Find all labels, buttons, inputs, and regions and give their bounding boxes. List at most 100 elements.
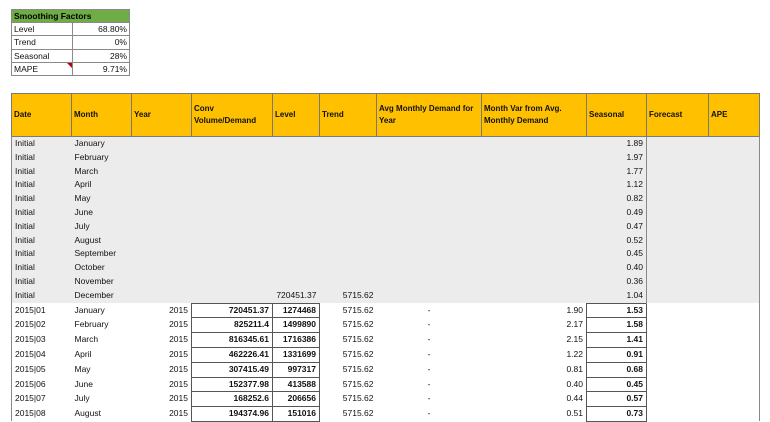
level-cell[interactable]: 1499890 <box>272 317 320 334</box>
seasonal-cell[interactable]: 1.97 <box>586 150 647 165</box>
trend-cell[interactable]: 5715.62 <box>319 362 377 378</box>
trend-cell[interactable] <box>319 233 377 248</box>
year-cell[interactable]: 2015 <box>131 362 192 378</box>
year-cell[interactable] <box>131 136 192 151</box>
smoothing-label[interactable]: Level <box>11 22 73 37</box>
month-cell[interactable]: February <box>71 150 132 165</box>
level-cell[interactable] <box>272 274 320 289</box>
header-avg-monthly-demand[interactable]: Avg Monthly Demand for Year <box>376 93 482 137</box>
forecast-cell[interactable] <box>646 406 709 422</box>
forecast-cell[interactable] <box>646 247 709 262</box>
forecast-cell[interactable] <box>646 288 709 304</box>
level-cell[interactable] <box>272 205 320 220</box>
month-cell[interactable]: July <box>71 219 132 234</box>
year-cell[interactable] <box>131 150 192 165</box>
level-cell[interactable]: 1274468 <box>272 302 320 319</box>
forecast-cell[interactable] <box>646 377 709 392</box>
conv-cell[interactable] <box>191 233 273 248</box>
ape-cell[interactable] <box>708 303 760 318</box>
forecast-cell[interactable] <box>646 192 709 206</box>
ape-cell[interactable] <box>708 247 760 262</box>
ape-cell[interactable] <box>708 347 760 363</box>
forecast-cell[interactable] <box>646 391 709 407</box>
seasonal-cell[interactable]: 0.45 <box>586 247 647 262</box>
month-cell[interactable]: January <box>71 136 132 151</box>
level-cell[interactable]: 1716386 <box>272 332 320 348</box>
conv-cell[interactable] <box>191 205 273 220</box>
comment-indicator-icon[interactable] <box>67 62 72 68</box>
monthvar-cell[interactable]: 1.22 <box>481 347 587 363</box>
year-cell[interactable] <box>131 274 192 289</box>
level-cell[interactable] <box>272 178 320 193</box>
smoothing-label[interactable]: Seasonal <box>11 48 73 63</box>
seasonal-cell[interactable]: 1.41 <box>586 332 647 348</box>
avg-cell[interactable] <box>376 288 482 304</box>
forecast-cell[interactable] <box>646 150 709 165</box>
conv-cell[interactable] <box>191 192 273 206</box>
smoothing-label[interactable]: Trend <box>11 35 73 50</box>
month-cell[interactable]: March <box>71 332 132 348</box>
level-cell[interactable] <box>272 233 320 248</box>
smoothing-value[interactable]: 0% <box>72 35 130 50</box>
date-cell[interactable]: Initial <box>11 274 72 289</box>
date-cell[interactable]: Initial <box>11 219 72 234</box>
seasonal-cell[interactable]: 0.91 <box>586 346 647 363</box>
month-cell[interactable]: August <box>71 406 132 422</box>
avg-cell[interactable] <box>376 233 482 248</box>
month-cell[interactable]: June <box>71 377 132 392</box>
conv-cell[interactable]: 816345.61 <box>191 332 273 348</box>
header-date[interactable]: Date <box>11 93 72 137</box>
forecast-cell[interactable] <box>646 317 709 333</box>
seasonal-cell[interactable]: 0.73 <box>586 406 647 422</box>
monthvar-cell[interactable] <box>481 150 587 165</box>
avg-cell[interactable]: - <box>376 406 482 422</box>
forecast-cell[interactable] <box>646 233 709 248</box>
conv-cell[interactable]: 307415.49 <box>191 361 273 378</box>
forecast-cell[interactable] <box>646 205 709 220</box>
monthvar-cell[interactable] <box>481 288 587 304</box>
trend-cell[interactable]: 5715.62 <box>319 317 377 333</box>
monthvar-cell[interactable] <box>481 178 587 193</box>
date-cell[interactable]: 2015|05 <box>11 362 72 378</box>
month-cell[interactable]: May <box>71 192 132 206</box>
trend-cell[interactable] <box>319 205 377 220</box>
header-trend[interactable]: Trend <box>319 93 377 137</box>
forecast-cell[interactable] <box>646 332 709 348</box>
conv-cell[interactable] <box>191 164 273 179</box>
date-cell[interactable]: Initial <box>11 164 72 179</box>
date-cell[interactable]: 2015|03 <box>11 332 72 348</box>
trend-cell[interactable]: 5715.62 <box>319 347 377 363</box>
header-forecast[interactable]: Forecast <box>646 93 709 137</box>
avg-cell[interactable] <box>376 136 482 151</box>
avg-cell[interactable] <box>376 219 482 234</box>
level-cell[interactable]: 151016 <box>272 406 320 422</box>
conv-cell[interactable] <box>191 178 273 193</box>
level-cell[interactable] <box>272 219 320 234</box>
date-cell[interactable]: Initial <box>11 192 72 206</box>
trend-cell[interactable] <box>319 178 377 193</box>
date-cell[interactable]: Initial <box>11 205 72 220</box>
monthvar-cell[interactable] <box>481 219 587 234</box>
monthvar-cell[interactable] <box>481 233 587 248</box>
date-cell[interactable]: 2015|08 <box>11 406 72 422</box>
seasonal-cell[interactable]: 1.12 <box>586 178 647 193</box>
conv-cell[interactable] <box>191 274 273 289</box>
conv-cell[interactable]: 168252.6 <box>191 391 273 408</box>
month-cell[interactable]: January <box>71 303 132 318</box>
year-cell[interactable]: 2015 <box>131 406 192 422</box>
year-cell[interactable] <box>131 288 192 304</box>
monthvar-cell[interactable]: 1.90 <box>481 303 587 318</box>
level-cell[interactable] <box>272 136 320 151</box>
level-cell[interactable] <box>272 150 320 165</box>
date-cell[interactable]: 2015|06 <box>11 377 72 392</box>
year-cell[interactable]: 2015 <box>131 347 192 363</box>
smoothing-value[interactable]: 9.71% <box>72 61 130 76</box>
trend-cell[interactable]: 5715.62 <box>319 377 377 392</box>
year-cell[interactable] <box>131 205 192 220</box>
header-seasonal[interactable]: Seasonal <box>586 93 647 137</box>
date-cell[interactable]: Initial <box>11 288 72 304</box>
conv-cell[interactable]: 720451.37 <box>191 302 273 319</box>
year-cell[interactable] <box>131 219 192 234</box>
date-cell[interactable]: Initial <box>11 247 72 262</box>
avg-cell[interactable] <box>376 274 482 289</box>
